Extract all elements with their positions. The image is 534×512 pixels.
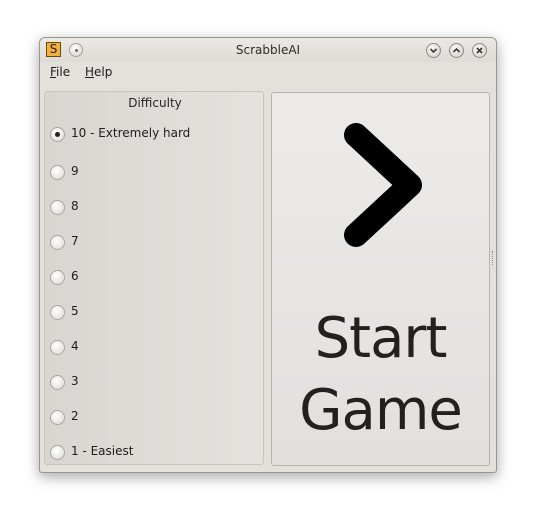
difficulty-panel: Difficulty 10 - Extremely hard 9 8 7 6 5… bbox=[44, 91, 264, 465]
difficulty-option-label: 6 bbox=[71, 269, 79, 283]
difficulty-option-label: 5 bbox=[71, 304, 79, 318]
menu-help-mnemonic: H bbox=[85, 65, 95, 79]
radio-button[interactable] bbox=[50, 270, 65, 285]
resize-grip[interactable] bbox=[492, 251, 495, 265]
difficulty-option-label: 4 bbox=[71, 339, 79, 353]
difficulty-option-label: 7 bbox=[71, 234, 79, 248]
difficulty-option-label: 3 bbox=[71, 374, 79, 388]
close-icon bbox=[476, 47, 483, 54]
radio-button[interactable] bbox=[50, 235, 65, 250]
difficulty-option-4[interactable]: 4 bbox=[50, 337, 255, 357]
menu-file[interactable]: File bbox=[50, 65, 70, 79]
difficulty-option-5[interactable]: 5 bbox=[50, 302, 255, 322]
minimize-button[interactable] bbox=[426, 43, 441, 58]
difficulty-option-9[interactable]: 9 bbox=[50, 162, 255, 182]
menu-help-label: elp bbox=[94, 65, 113, 79]
menu-bar: File Help bbox=[40, 62, 496, 84]
difficulty-option-7[interactable]: 7 bbox=[50, 232, 255, 252]
radio-button[interactable] bbox=[50, 200, 65, 215]
radio-button[interactable] bbox=[50, 375, 65, 390]
close-button[interactable] bbox=[472, 43, 487, 58]
start-button-label-line2: Game bbox=[299, 378, 463, 443]
difficulty-option-3[interactable]: 3 bbox=[50, 372, 255, 392]
difficulty-option-label: 8 bbox=[71, 199, 79, 213]
difficulty-heading: Difficulty bbox=[128, 96, 182, 110]
difficulty-option-1[interactable]: 1 - Easiest bbox=[50, 442, 255, 462]
difficulty-option-label: 10 - Extremely hard bbox=[71, 126, 191, 140]
radio-button[interactable] bbox=[50, 305, 65, 320]
menu-file-label: ile bbox=[56, 65, 71, 79]
difficulty-option-label: 1 - Easiest bbox=[71, 444, 134, 458]
chevron-down-icon bbox=[429, 48, 438, 54]
radio-button[interactable] bbox=[50, 127, 65, 142]
difficulty-option-10[interactable]: 10 - Extremely hard bbox=[50, 124, 255, 144]
menu-help[interactable]: Help bbox=[85, 65, 112, 79]
title-bar[interactable]: S ScrabbleAI bbox=[40, 38, 496, 62]
start-button-label-line1: Start bbox=[314, 306, 448, 371]
radio-button[interactable] bbox=[50, 340, 65, 355]
radio-button[interactable] bbox=[50, 410, 65, 425]
difficulty-option-label: 9 bbox=[71, 164, 79, 178]
radio-button[interactable] bbox=[50, 445, 65, 460]
chevron-up-icon bbox=[452, 47, 461, 53]
difficulty-option-8[interactable]: 8 bbox=[50, 197, 255, 217]
chevron-right-icon bbox=[344, 123, 422, 247]
difficulty-option-label: 2 bbox=[71, 409, 79, 423]
difficulty-option-2[interactable]: 2 bbox=[50, 407, 255, 427]
app-window: S ScrabbleAI File Help Difficulty 10 - E… bbox=[39, 37, 497, 473]
panel-splitter[interactable] bbox=[266, 91, 270, 465]
start-game-button[interactable]: Start Game bbox=[271, 92, 490, 466]
radio-button[interactable] bbox=[50, 165, 65, 180]
maximize-button[interactable] bbox=[449, 43, 464, 58]
difficulty-option-6[interactable]: 6 bbox=[50, 267, 255, 287]
